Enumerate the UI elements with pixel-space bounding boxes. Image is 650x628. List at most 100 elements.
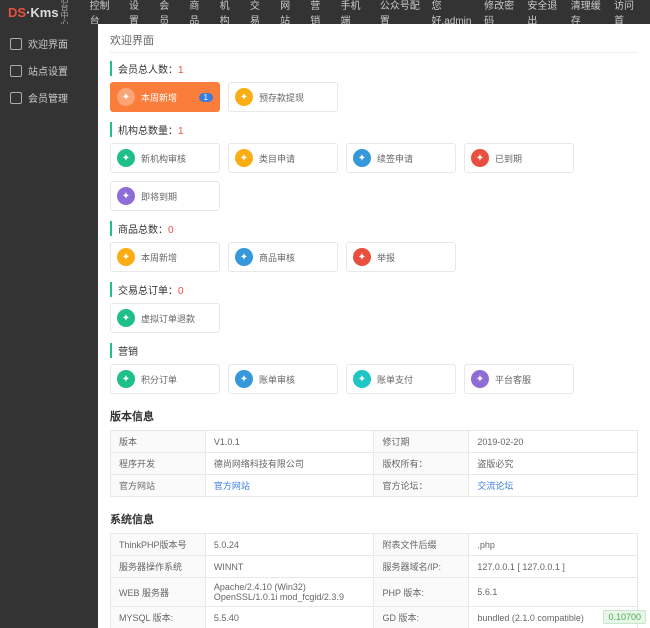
nav-1[interactable]: 设置 <box>123 0 153 27</box>
card-icon: ✦ <box>353 370 371 388</box>
card-badge: 1 <box>199 93 213 102</box>
section-head-member: 会员总人数：1 <box>110 61 638 76</box>
card-icon: ✦ <box>471 370 489 388</box>
menu-icon <box>10 92 22 104</box>
cell: 附表文件后缀 <box>374 534 469 556</box>
top-right: 您好,admin 修改密码 安全退出 清理缓存 访问首 <box>431 0 642 27</box>
card-market-3[interactable]: ✦ 平台客服 <box>464 364 574 394</box>
nav-6[interactable]: 网站 <box>274 0 304 27</box>
card-goods-2[interactable]: ✦ 举报 <box>346 242 456 272</box>
card-icon: ✦ <box>117 370 135 388</box>
logo: DS·Kms <box>8 5 59 20</box>
card-label: 本周新增 <box>141 91 177 104</box>
card-icon: ✦ <box>235 248 253 266</box>
cell: 5.6.1 <box>469 578 638 607</box>
cell: 盗版必究 <box>469 453 638 475</box>
cell: MYSQL 版本: <box>111 607 206 628</box>
card-market-0[interactable]: ✦积分订单 <box>110 364 220 394</box>
sidebar-item-0[interactable]: 欢迎界面 <box>0 30 98 57</box>
card-order-0[interactable]: ✦虚拟订单退款 <box>110 303 220 333</box>
cell: 交流论坛 <box>469 475 638 497</box>
card-org-3[interactable]: ✦已到期 <box>464 143 574 173</box>
cell: GD 版本: <box>374 607 469 628</box>
card-label: 账单审核 <box>259 373 295 386</box>
timer-badge: 0.10700 <box>603 610 646 624</box>
change-password[interactable]: 修改密码 <box>484 0 521 27</box>
cell: Apache/2.4.10 (Win32) OpenSSL/1.0.1i mod… <box>205 578 374 607</box>
top-nav: 控制台设置会员商品机构交易网站营销手机端公众号配置 <box>84 0 432 27</box>
version-table: 版本V1.0.1修订期2019-02-20程序开发德尚网络科技有限公司版权所有：… <box>110 430 638 497</box>
sidebar: 欢迎界面站点设置会员管理 <box>0 24 98 628</box>
hello-user: 您好,admin <box>431 0 478 27</box>
cell: 5.5.40 <box>205 607 374 628</box>
card-icon: ✦ <box>235 370 253 388</box>
card-market-1[interactable]: ✦ 账单审核 <box>228 364 338 394</box>
card-label: 账单支付 <box>377 373 413 386</box>
cell: WEB 服务器 <box>111 578 206 607</box>
version-info-title: 版本信息 <box>110 408 638 424</box>
page-title: 欢迎界面 <box>110 32 638 53</box>
cell: 官方网站 <box>111 475 206 497</box>
nav-4[interactable]: 机构 <box>214 0 244 27</box>
nav-9[interactable]: 公众号配置 <box>374 0 432 27</box>
card-goods-1[interactable]: ✦ 商品审核 <box>228 242 338 272</box>
card-icon: ✦ <box>117 88 135 106</box>
link[interactable]: 交流论坛 <box>477 481 513 491</box>
cell: 版权所有： <box>374 453 469 475</box>
nav-7[interactable]: 营销 <box>304 0 334 27</box>
card-icon: ✦ <box>235 88 253 106</box>
nav-8[interactable]: 手机端 <box>335 0 374 27</box>
menu-icon <box>10 38 22 50</box>
card-icon: ✦ <box>117 248 135 266</box>
card-label: 虚拟订单退款 <box>141 312 195 325</box>
visit-home[interactable]: 访问首 <box>614 0 642 27</box>
section-head-order: 交易总订单：0 <box>110 282 638 297</box>
card-icon: ✦ <box>235 149 253 167</box>
card-label: 新机构审核 <box>141 152 186 165</box>
nav-3[interactable]: 商品 <box>183 0 213 27</box>
sidebar-item-1[interactable]: 站点设置 <box>0 57 98 84</box>
card-market-2[interactable]: ✦ 账单支付 <box>346 364 456 394</box>
card-icon: ✦ <box>353 248 371 266</box>
cell: 官方论坛： <box>374 475 469 497</box>
card-label: 类目申请 <box>259 152 295 165</box>
clear-cache[interactable]: 清理缓存 <box>571 0 608 27</box>
card-label: 本周新增 <box>141 251 177 264</box>
cell: ThinkPHP版本号 <box>111 534 206 556</box>
cell: WINNT <box>205 556 374 578</box>
top-bar: DS·Kms 后台中心 控制台设置会员商品机构交易网站营销手机端公众号配置 您好… <box>0 0 650 24</box>
card-label: 已到期 <box>495 152 522 165</box>
nav-0[interactable]: 控制台 <box>84 0 123 27</box>
card-org-1[interactable]: ✦ 类目申请 <box>228 143 338 173</box>
sidebar-item-2[interactable]: 会员管理 <box>0 84 98 111</box>
logout[interactable]: 安全退出 <box>527 0 564 27</box>
card-member-1[interactable]: ✦预存款提现 <box>228 82 338 112</box>
card-label: 平台客服 <box>495 373 531 386</box>
card-label: 续签申请 <box>377 152 413 165</box>
cell: 版本 <box>111 431 206 453</box>
card-org-4[interactable]: ✦即将到期 <box>110 181 220 211</box>
card-org-2[interactable]: ✦ 续签申请 <box>346 143 456 173</box>
link[interactable]: 官方网站 <box>214 481 250 491</box>
card-label: 商品审核 <box>259 251 295 264</box>
card-icon: ✦ <box>353 149 371 167</box>
menu-icon <box>10 65 22 77</box>
card-member-0[interactable]: ✦ 本周新增 1 <box>110 82 220 112</box>
card-icon: ✦ <box>117 187 135 205</box>
section-head-market: 营销 <box>110 343 638 358</box>
cell: 服务器域名/IP: <box>374 556 469 578</box>
card-goods-0[interactable]: ✦ 本周新增 <box>110 242 220 272</box>
cell: PHP 版本: <box>374 578 469 607</box>
card-label: 举报 <box>377 251 395 264</box>
section-head-goods: 商品总数：0 <box>110 221 638 236</box>
nav-2[interactable]: 会员 <box>153 0 183 27</box>
card-icon: ✦ <box>117 149 135 167</box>
cell: V1.0.1 <box>205 431 374 453</box>
nav-5[interactable]: 交易 <box>244 0 274 27</box>
cell: 程序开发 <box>111 453 206 475</box>
cell: 服务器操作系统 <box>111 556 206 578</box>
card-org-0[interactable]: ✦ 新机构审核 <box>110 143 220 173</box>
cell: .php <box>469 534 638 556</box>
cell: 127.0.0.1 [ 127.0.0.1 ] <box>469 556 638 578</box>
main-content: 欢迎界面 会员总人数：1✦本周新增1✦预存款提现机构总数量：1✦新机构审核✦类目… <box>98 24 650 628</box>
